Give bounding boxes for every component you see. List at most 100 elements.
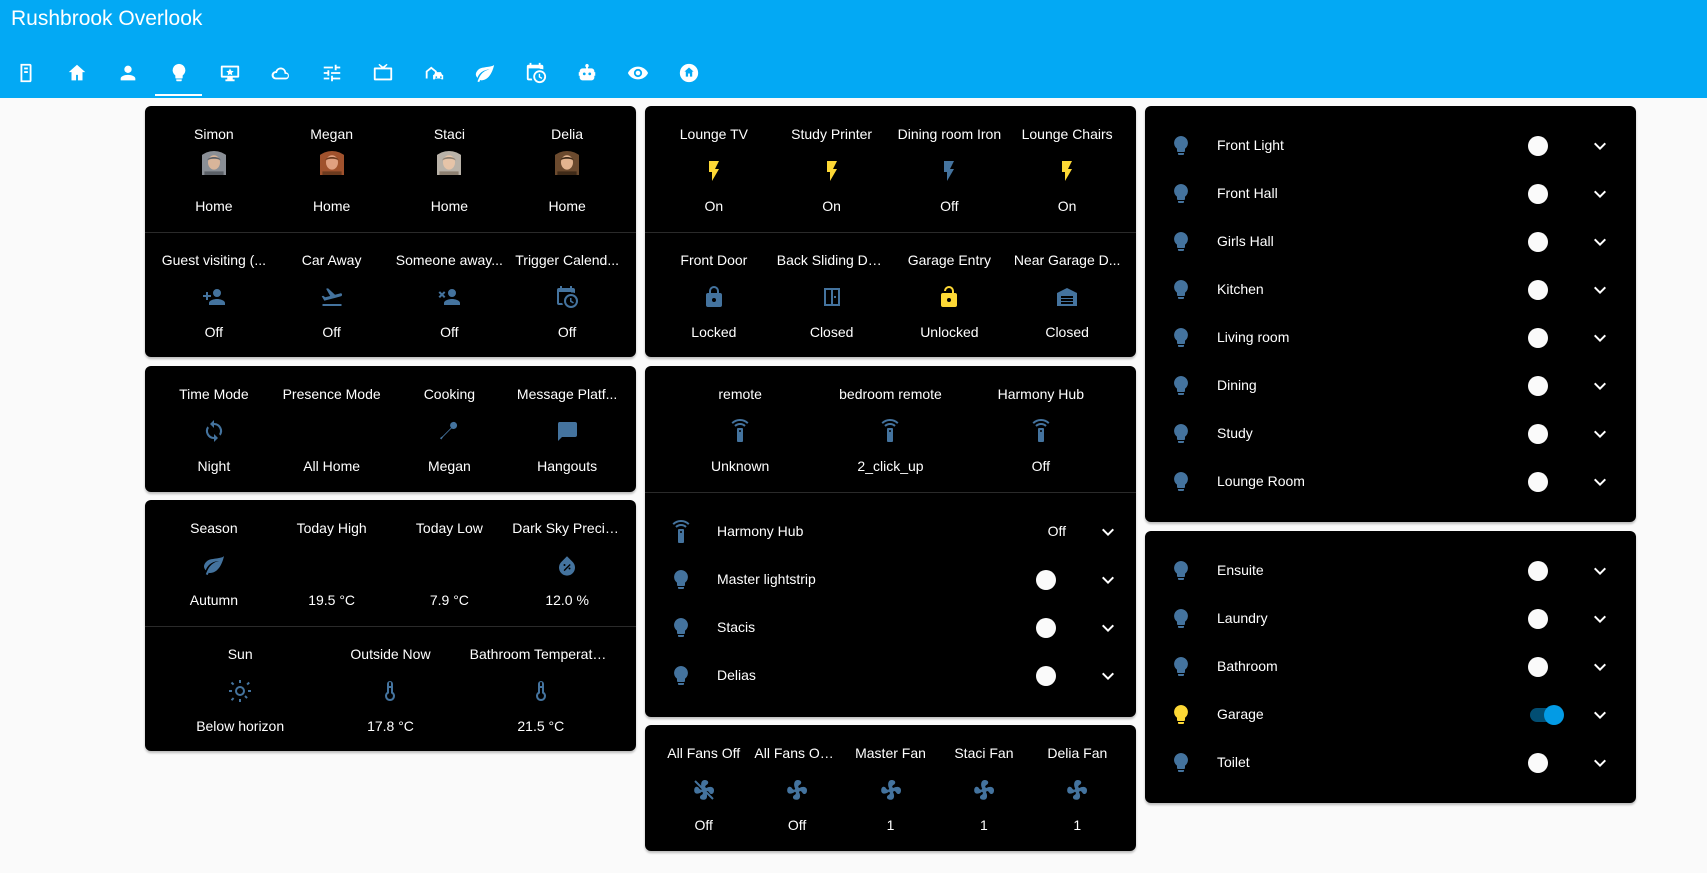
fan-tile[interactable]: Delia Fan 1 [1031,725,1124,851]
chevron-down-icon[interactable] [1588,134,1612,158]
sensor-tile[interactable]: Sun Below horizon [165,626,315,752]
light-toggle[interactable] [1528,327,1564,349]
remote-tile[interactable]: remote Unknown [665,366,815,492]
chevron-down-icon[interactable] [1096,664,1120,688]
mode-tile[interactable]: Message Platf... Hangouts [508,366,626,492]
chevron-down-icon[interactable] [1588,374,1612,398]
tab-account[interactable] [102,52,153,98]
light-row[interactable]: Front Hall [1145,170,1636,218]
person-tile[interactable]: Megan Home [273,106,391,232]
tab-car-house[interactable] [408,52,459,98]
chevron-down-icon[interactable] [1096,520,1120,544]
chevron-down-icon[interactable] [1588,230,1612,254]
light-row[interactable]: Study [1145,410,1636,458]
automation-tile[interactable]: Someone away... Off [391,232,509,358]
chevron-down-icon[interactable] [1588,751,1612,775]
switch-tile[interactable]: Dining room Iron Off [891,106,1009,232]
tab-home[interactable] [51,52,102,98]
tab-cloud[interactable] [255,52,306,98]
tab-home-circle[interactable] [663,52,714,98]
light-row[interactable]: Laundry [1145,595,1636,643]
light-toggle[interactable] [1528,704,1564,726]
remote-entity-row[interactable]: Stacis [645,604,1136,652]
fan-tile[interactable]: All Fans Off Off [657,725,750,851]
person-tile[interactable]: Staci Home [391,106,509,232]
switch-tile[interactable]: Study Printer On [773,106,891,232]
light-toggle[interactable] [1528,656,1564,678]
automation-tile[interactable]: Car Away Off [273,232,391,358]
light-row[interactable]: Kitchen [1145,266,1636,314]
door-tile[interactable]: Back Sliding Do... Closed [773,232,891,358]
sensor-tile[interactable]: Bathroom Temperature 21.5 °C [466,626,616,752]
remote-entity-row[interactable]: Master lightstrip [645,556,1136,604]
tab-robot[interactable] [561,52,612,98]
door-tile[interactable]: Garage Entry Unlocked [891,232,1009,358]
light-row[interactable]: Ensuite [1145,547,1636,595]
light-toggle[interactable] [1528,375,1564,397]
switch-tile[interactable]: Lounge Chairs On [1008,106,1126,232]
chevron-down-icon[interactable] [1588,559,1612,583]
remote-entity-toggle[interactable] [1036,665,1072,687]
remote-entity-row[interactable]: Harmony Hub Off [645,508,1136,556]
sensor-tile[interactable]: Outside Now 17.8 °C [315,626,465,752]
weather-tile[interactable]: Season Autumn [155,500,273,626]
light-toggle[interactable] [1528,471,1564,493]
chevron-down-icon[interactable] [1096,568,1120,592]
tab-book[interactable] [0,52,51,98]
remote-entity-toggle[interactable] [1036,617,1072,639]
fan-tile[interactable]: Staci Fan 1 [937,725,1030,851]
weather-tile[interactable]: Today Low 7.9 °C [391,500,509,626]
mode-tile[interactable]: Time Mode Night [155,366,273,492]
light-toggle[interactable] [1528,183,1564,205]
chevron-down-icon[interactable] [1588,655,1612,679]
light-row[interactable]: Lounge Room [1145,458,1636,506]
light-row[interactable]: Girls Hall [1145,218,1636,266]
light-row[interactable]: Front Light [1145,122,1636,170]
chevron-down-icon[interactable] [1588,422,1612,446]
tab-eye[interactable] [612,52,663,98]
chevron-down-icon[interactable] [1588,470,1612,494]
light-toggle[interactable] [1528,608,1564,630]
automation-tile[interactable]: Trigger Calend... Off [508,232,626,358]
chevron-down-icon[interactable] [1588,607,1612,631]
weather-tile[interactable]: Today High 19.5 °C [273,500,391,626]
mode-tile[interactable]: Presence Mode All Home [273,366,391,492]
chevron-down-icon[interactable] [1588,326,1612,350]
chevron-down-icon[interactable] [1588,703,1612,727]
light-row[interactable]: Toilet [1145,739,1636,787]
automation-tile[interactable]: Guest visiting (... Off [155,232,273,358]
remote-entity-row[interactable]: Delias [645,652,1136,700]
light-toggle[interactable] [1528,560,1564,582]
weather-tile[interactable]: Dark Sky Precip... 12.0 % [508,500,626,626]
tab-tune[interactable] [306,52,357,98]
mode-tile[interactable]: Cooking Megan [391,366,509,492]
light-toggle[interactable] [1528,279,1564,301]
light-row[interactable]: Bathroom [1145,643,1636,691]
door-tile[interactable]: Front Door Locked [655,232,773,358]
chevron-down-icon[interactable] [1588,182,1612,206]
light-toggle[interactable] [1528,752,1564,774]
person-tile[interactable]: Delia Home [508,106,626,232]
light-row[interactable]: Dining [1145,362,1636,410]
chevron-down-icon[interactable] [1588,278,1612,302]
light-row[interactable]: Living room [1145,314,1636,362]
remote-entity-toggle[interactable] [1036,569,1072,591]
remote-state: Off [1031,458,1051,474]
light-row[interactable]: Garage [1145,691,1636,739]
door-tile[interactable]: Near Garage D... Closed [1008,232,1126,358]
tab-calendar-clock[interactable] [510,52,561,98]
tab-monitor-star[interactable] [204,52,255,98]
light-toggle[interactable] [1528,231,1564,253]
switch-tile[interactable]: Lounge TV On [655,106,773,232]
light-toggle[interactable] [1528,135,1564,157]
person-tile[interactable]: Simon Home [155,106,273,232]
tab-leaf[interactable] [459,52,510,98]
chevron-down-icon[interactable] [1096,616,1120,640]
remote-tile[interactable]: Harmony Hub Off [966,366,1116,492]
light-toggle[interactable] [1528,423,1564,445]
tab-lightbulb[interactable] [153,52,204,98]
tab-television[interactable] [357,52,408,98]
fan-tile[interactable]: All Fans On ... Off [750,725,843,851]
remote-tile[interactable]: bedroom remote 2_click_up [815,366,965,492]
fan-tile[interactable]: Master Fan 1 [844,725,937,851]
